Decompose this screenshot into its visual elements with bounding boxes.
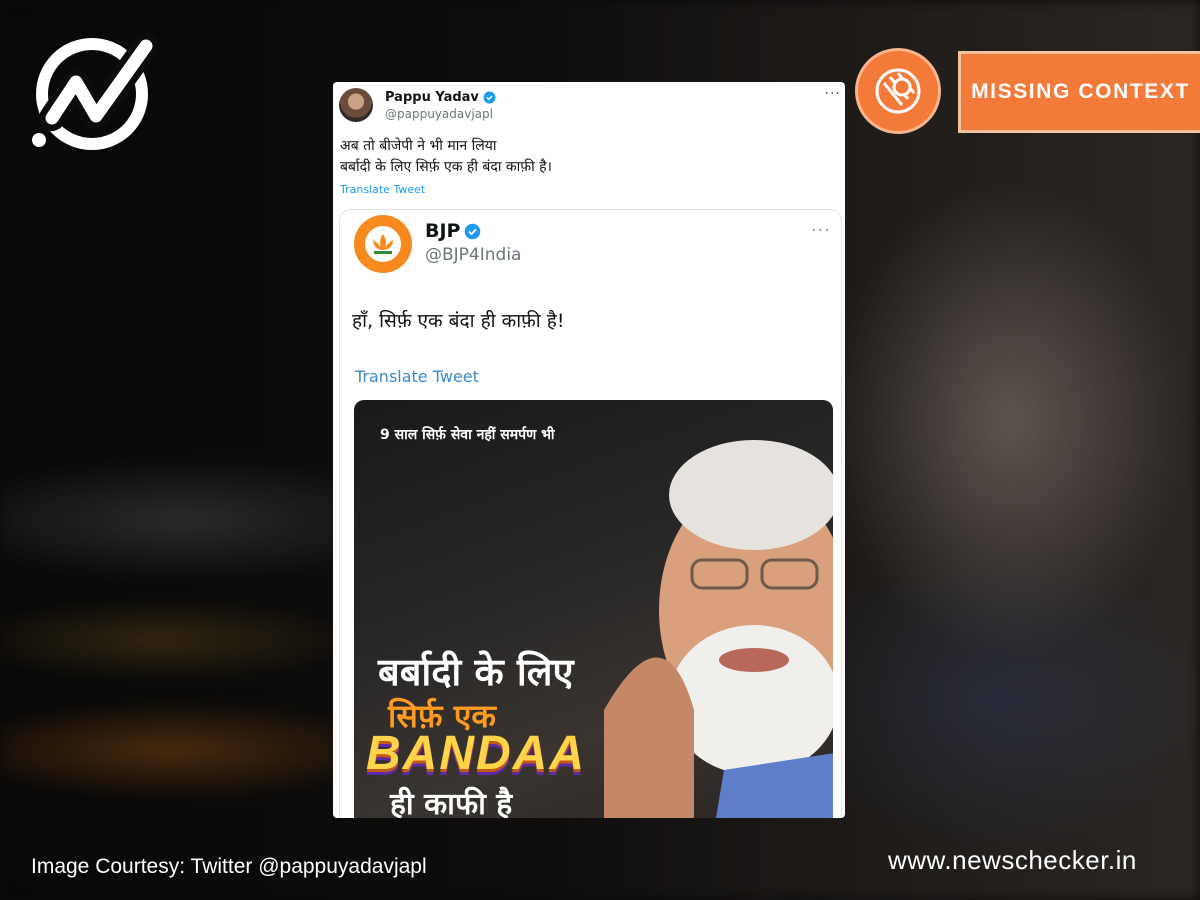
more-options-icon[interactable]: ··· [811, 220, 831, 241]
tweet-text-line: बर्बादी के लिए सिर्फ़ एक ही बंदा काफ़ी ह… [340, 159, 552, 175]
media-top-text: 9 साल सिर्फ़ सेवा नहीं समर्पण भी [380, 427, 555, 443]
media-headline-bandaa: BANDAA [366, 727, 586, 780]
translate-tweet-link[interactable]: Translate Tweet [355, 367, 479, 386]
author-name: Pappu Yadav [385, 89, 479, 105]
outer-tweet-text: अब तो बीजेपी ने भी मान लिया बर्बादी के ल… [340, 136, 552, 178]
translate-tweet-link[interactable]: Translate Tweet [340, 183, 425, 196]
outer-tweet-author[interactable]: Pappu Yadav [385, 90, 496, 105]
quoted-tweet[interactable]: BJP @BJP4India ··· हाँ, सिर्फ़ एक बंदा ह… [339, 209, 842, 818]
newschecker-logo-icon [32, 33, 159, 150]
avatar[interactable] [339, 88, 373, 122]
image-courtesy-caption: Image Courtesy: Twitter @pappuyadavjapl [31, 855, 427, 878]
lotus-icon [373, 234, 393, 254]
media-headline-line1: बर्बादी के लिए [378, 650, 574, 694]
quoted-author-handle[interactable]: @BJP4India [425, 245, 521, 265]
tweet-media-image[interactable]: 9 साल सिर्फ़ सेवा नहीं समर्पण भी बर्बादी… [354, 400, 833, 818]
media-headline-line4: ही काफी है [390, 787, 513, 818]
site-url: www.newschecker.in [888, 845, 1137, 875]
tweet-screenshot: Pappu Yadav @pappuyadavjapl ··· अब तो बी… [333, 82, 845, 818]
missing-context-icon [855, 48, 941, 134]
verified-badge-icon [465, 223, 481, 239]
quoted-author[interactable]: BJP [425, 220, 481, 242]
more-options-icon[interactable]: ··· [825, 86, 841, 102]
missing-context-label: MISSING CONTEXT [958, 51, 1200, 133]
bjp-avatar[interactable] [354, 215, 412, 273]
tweet-text-line: अब तो बीजेपी ने भी मान लिया [340, 138, 497, 154]
outer-tweet-header: Pappu Yadav @pappuyadavjapl [339, 88, 496, 122]
verified-badge-icon [483, 91, 496, 103]
portrait-illustration [604, 440, 833, 818]
quoted-author-name: BJP [425, 220, 461, 242]
quoted-tweet-text: हाँ, सिर्फ़ एक बंदा ही काफ़ी है! [352, 310, 565, 332]
author-handle[interactable]: @pappuyadavjapl [385, 107, 496, 121]
